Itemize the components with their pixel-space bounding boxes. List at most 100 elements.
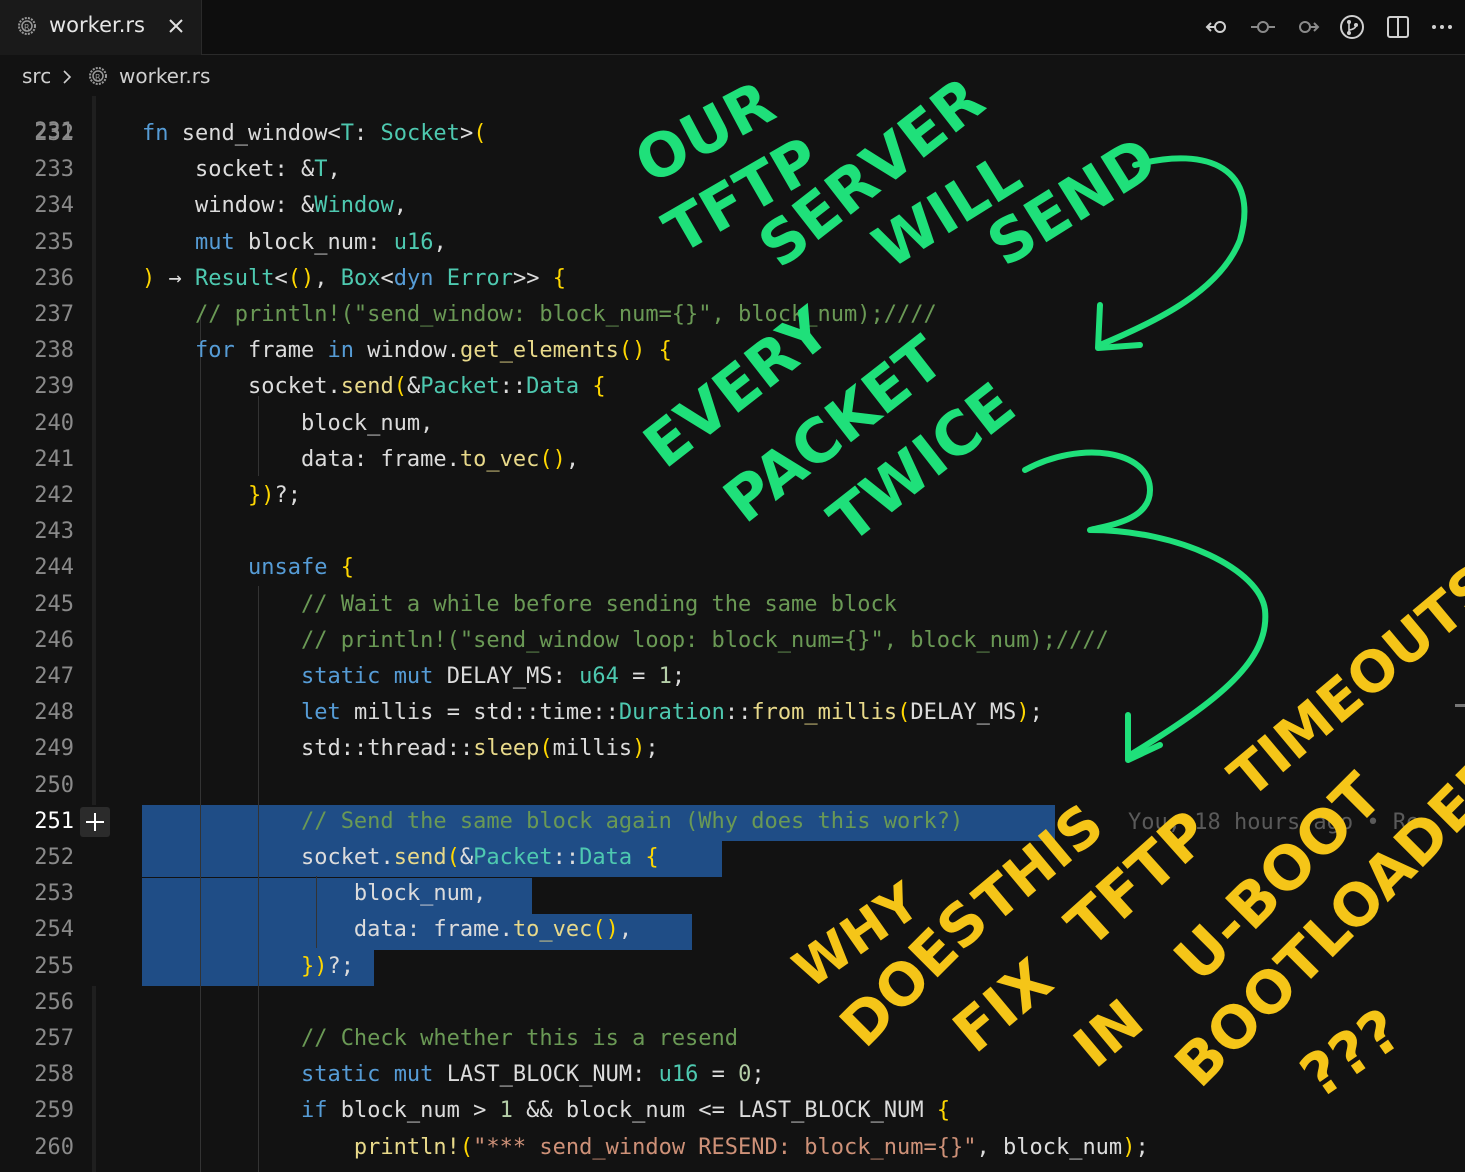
line-number: 239 <box>34 374 74 400</box>
tab-bar: R worker.rs <box>0 0 1465 55</box>
line-number: 260 <box>34 1134 74 1160</box>
code-line[interactable]: 248 let millis = std::time::Duration::fr… <box>0 695 1465 731</box>
code-text: data: frame.to_vec(), <box>300 446 580 472</box>
svg-text:R: R <box>95 73 101 82</box>
line-number: 256 <box>34 989 74 1015</box>
code-line[interactable]: 244 unsafe { <box>0 550 1465 586</box>
go-back-timeline-icon[interactable] <box>1203 13 1231 41</box>
line-number: 250 <box>34 772 74 798</box>
tab-label: worker.rs <box>49 13 145 37</box>
code-text: static mut LAST_BLOCK_NUM: u16 = 0; <box>300 1062 765 1088</box>
svg-text:R: R <box>24 23 30 32</box>
code-text: socket.send(&Packet::Data { <box>300 845 659 870</box>
line-number: 234 <box>34 193 74 219</box>
code-line[interactable]: 234 window: &Window, <box>0 188 1465 224</box>
code-line[interactable]: 254 data: frame.to_vec(), <box>0 912 1465 948</box>
code-line: 231 <box>0 96 1465 144</box>
code-text: block_num, <box>300 410 434 436</box>
code-line[interactable]: 243 <box>0 514 1465 550</box>
code-line[interactable]: 240 block_num, <box>0 406 1465 442</box>
code-line[interactable]: 249 std::thread::sleep(millis); <box>0 731 1465 767</box>
code-line[interactable]: 237 // println!("send_window: block_num=… <box>0 297 1465 333</box>
code-text: std::thread::sleep(millis); <box>300 736 659 762</box>
breadcrumb-folder[interactable]: src <box>22 64 51 88</box>
line-number: 254 <box>34 917 74 943</box>
code-text: // println!("send_window: block_num={}",… <box>194 302 937 327</box>
line-number: 253 <box>34 881 74 907</box>
code-text: block_num, <box>353 881 487 907</box>
rust-gear-icon: R <box>89 67 107 85</box>
code-line[interactable]: 239 socket.send(&Packet::Data { <box>0 369 1465 405</box>
breadcrumb-file[interactable]: worker.rs <box>119 64 210 88</box>
line-number: 236 <box>34 265 74 291</box>
scrollbar-marker[interactable] <box>1455 704 1465 707</box>
code-line[interactable]: 246 // println!("send_window loop: block… <box>0 623 1465 659</box>
code-text: unsafe { <box>247 555 354 581</box>
code-text: // Wait a while before sending the same … <box>300 591 897 617</box>
code-text: mut block_num: u16, <box>194 229 447 255</box>
breadcrumb: src R worker.rs <box>0 56 1465 96</box>
code-line[interactable]: 253 block_num, <box>0 876 1465 912</box>
git-blame-annotation: You, 18 hours ago • Re <box>1128 810 1420 835</box>
line-number: 245 <box>34 591 74 617</box>
line-number: 247 <box>34 664 74 689</box>
chevron-right-icon <box>63 70 72 84</box>
line-number: 246 <box>34 627 74 653</box>
split-editor-icon[interactable] <box>1384 13 1412 41</box>
source-control-icon[interactable] <box>1338 13 1366 41</box>
code-text: for frame in window.get_elements() { <box>194 338 672 364</box>
code-text: let millis = std::time::Duration::from_m… <box>300 700 1043 726</box>
code-line[interactable]: 242 })?; <box>0 478 1465 514</box>
code-line[interactable]: 232 fn send_window<T: Socket>( <box>0 116 1465 152</box>
line-number: 242 <box>34 483 74 508</box>
code-text: // Check whether this is a resend <box>300 1026 739 1051</box>
code-line[interactable]: 247 static mut DELAY_MS: u64 = 1; <box>0 659 1465 695</box>
line-number: 241 <box>34 446 74 472</box>
code-line[interactable]: 241 data: frame.to_vec(), <box>0 442 1465 478</box>
code-line[interactable]: 258 static mut LAST_BLOCK_NUM: u16 = 0; <box>0 1057 1465 1093</box>
line-number: 251 <box>34 808 74 834</box>
code-text: socket: &T, <box>194 157 341 183</box>
code-text: window: &Window, <box>194 193 407 219</box>
more-actions-icon[interactable] <box>1428 13 1456 41</box>
code-text: // Send the same block again (Why does t… <box>300 808 964 834</box>
code-line[interactable]: 245 // Wait a while before sending the s… <box>0 587 1465 623</box>
code-text: // println!("send_window loop: block_num… <box>300 627 1109 653</box>
line-number: 233 <box>34 157 74 183</box>
code-line[interactable]: 233 socket: &T, <box>0 152 1465 188</box>
code-text: ) → Result<(), Box<dyn Error>> { <box>142 265 566 291</box>
line-number: 248 <box>34 700 74 726</box>
code-text: })?; <box>247 483 301 508</box>
code-editor[interactable]: 231 232 fn send_window<T: Socket>( 233 soc… <box>0 96 1465 1172</box>
code-line[interactable]: 255 })?; <box>0 949 1465 985</box>
line-number: 240 <box>34 410 74 436</box>
add-comment-button[interactable] <box>80 807 110 837</box>
line-number: 238 <box>34 338 74 364</box>
code-line[interactable]: 260 println!("*** send_window RESEND: bl… <box>0 1130 1465 1166</box>
code-line[interactable]: 236 ) → Result<(), Box<dyn Error>> { <box>0 261 1465 297</box>
code-line[interactable]: 238 for frame in window.get_elements() { <box>0 333 1465 369</box>
go-forward-timeline-icon[interactable] <box>1294 13 1322 41</box>
code-line[interactable]: 257 // Check whether this is a resend <box>0 1021 1465 1057</box>
line-number: 244 <box>34 555 74 581</box>
line-number: 259 <box>34 1098 74 1124</box>
code-line[interactable]: 259 if block_num > 1 && block_num <= LAS… <box>0 1093 1465 1129</box>
code-line[interactable]: 235 mut block_num: u16, <box>0 225 1465 261</box>
code-line[interactable]: 256 <box>0 985 1465 1021</box>
code-line[interactable]: 252 socket.send(&Packet::Data { <box>0 840 1465 876</box>
line-number: 258 <box>34 1062 74 1088</box>
code-text: fn send_window<T: Socket>( <box>142 121 487 146</box>
line-number: 243 <box>34 519 74 545</box>
code-text: println!("*** send_window RESEND: block_… <box>353 1134 1149 1160</box>
code-text: static mut DELAY_MS: u64 = 1; <box>300 664 686 689</box>
close-icon[interactable] <box>164 14 188 38</box>
line-number: 257 <box>34 1026 74 1051</box>
code-text: data: frame.to_vec(), <box>353 917 633 943</box>
code-line[interactable]: 250 <box>0 768 1465 804</box>
code-text: })?; <box>300 953 354 979</box>
line-number: 249 <box>34 736 74 762</box>
tab-worker-rs[interactable]: R worker.rs <box>0 0 202 55</box>
line-number: 232 <box>34 121 74 146</box>
line-number: 235 <box>34 229 74 255</box>
commit-node-icon[interactable] <box>1249 13 1277 41</box>
